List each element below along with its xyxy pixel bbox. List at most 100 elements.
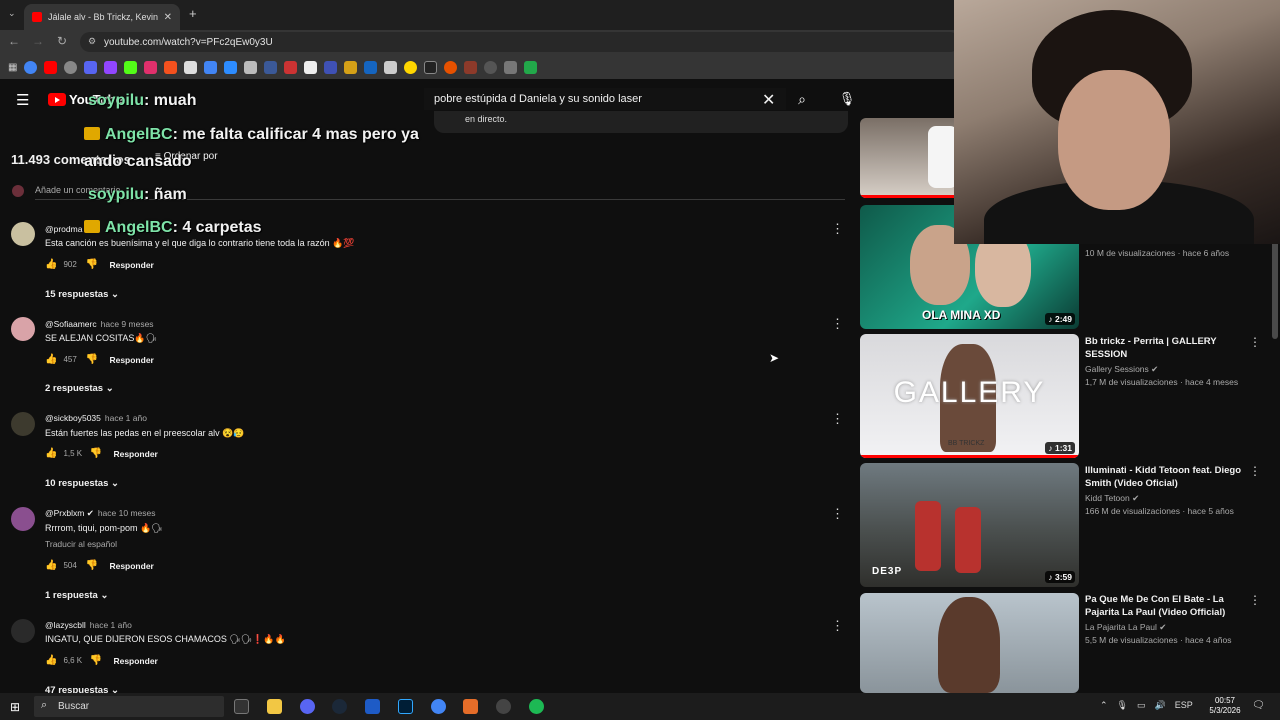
bookmark-icon[interactable] bbox=[504, 60, 518, 74]
bookmark-icon[interactable] bbox=[404, 60, 418, 74]
forward-icon[interactable]: → bbox=[30, 34, 46, 48]
dislike-icon[interactable]: 👎 bbox=[85, 560, 109, 571]
dislike-icon[interactable]: 👎 bbox=[89, 655, 113, 666]
bookmark-x-icon[interactable] bbox=[184, 60, 198, 74]
bookmark-instagram-icon[interactable] bbox=[144, 60, 158, 74]
video-title[interactable]: Bb trickz - Perrita | GALLERY SESSION bbox=[1085, 335, 1245, 361]
taskbar-app-icon[interactable] bbox=[463, 699, 478, 714]
network-icon[interactable]: ▭ bbox=[1137, 700, 1146, 711]
steam-icon[interactable] bbox=[332, 699, 347, 714]
search-button[interactable]: ⌕ bbox=[786, 88, 818, 110]
address-bar[interactable]: ⚙ youtube.com/watch?v=PFc2qEw0y3U bbox=[80, 32, 960, 52]
comment-author[interactable]: @sickboy5035 hace 1 año bbox=[45, 413, 147, 423]
video-title[interactable]: Illuminati - Kidd Tetoon feat. Diego Smi… bbox=[1085, 464, 1245, 490]
replies-toggle[interactable]: 1 respuesta ⌄ bbox=[45, 590, 108, 601]
reply-button[interactable]: Responder bbox=[109, 355, 153, 365]
spotify-icon[interactable] bbox=[529, 699, 544, 714]
reply-button[interactable]: Responder bbox=[109, 561, 153, 571]
like-icon[interactable]: 👍 bbox=[45, 560, 57, 571]
channel-name[interactable]: Kidd Tetoon ✔ bbox=[1085, 493, 1139, 504]
taskbar-search[interactable]: ⌕ Buscar bbox=[34, 696, 224, 717]
bookmark-sheets-icon[interactable] bbox=[524, 60, 538, 74]
bookmark-kick-icon[interactable] bbox=[124, 60, 138, 74]
bookmark-icon[interactable] bbox=[204, 60, 218, 74]
bookmark-youtube-icon[interactable] bbox=[44, 60, 58, 74]
video-thumbnail[interactable]: DE3P ♪ 3:59 bbox=[860, 463, 1079, 587]
replies-toggle[interactable]: 10 respuestas ⌄ bbox=[45, 478, 119, 489]
hamburger-menu-icon[interactable]: ☰ bbox=[16, 91, 29, 109]
bookmark-icon[interactable] bbox=[264, 60, 278, 74]
new-tab-button[interactable]: + bbox=[189, 6, 197, 21]
reload-icon[interactable]: ↻ bbox=[54, 34, 70, 48]
bookmark-icon[interactable] bbox=[484, 60, 498, 74]
bookmark-icon[interactable] bbox=[244, 60, 258, 74]
video-thumbnail[interactable] bbox=[860, 593, 1079, 693]
comment-author[interactable]: @prodma bbox=[45, 224, 82, 234]
bookmark-icon[interactable] bbox=[84, 60, 98, 74]
more-actions-icon[interactable]: ⋮ bbox=[831, 411, 844, 427]
bookmark-google-icon[interactable] bbox=[24, 60, 38, 74]
comment-author[interactable]: @Sofiaamerc hace 9 meses bbox=[45, 319, 154, 329]
obs-icon[interactable] bbox=[496, 699, 511, 714]
commenter-avatar[interactable] bbox=[11, 619, 35, 643]
language-indicator[interactable]: ESP bbox=[1175, 700, 1193, 711]
replies-toggle[interactable]: 2 respuestas ⌄ bbox=[45, 383, 114, 394]
bookmark-icon[interactable] bbox=[424, 60, 438, 74]
channel-name[interactable]: Gallery Sessions ✔ bbox=[1085, 364, 1158, 375]
bookmark-icon[interactable] bbox=[344, 60, 358, 74]
reply-button[interactable]: Responder bbox=[113, 656, 157, 666]
video-thumbnail[interactable]: GALLERY BB TRICKZ ♪ 1:31 bbox=[860, 334, 1079, 458]
dislike-icon[interactable]: 👎 bbox=[85, 259, 109, 270]
notifications-icon[interactable]: 🗨 bbox=[1252, 700, 1265, 711]
chevron-up-icon[interactable]: ⌃ bbox=[1100, 700, 1108, 711]
like-icon[interactable]: 👍 bbox=[45, 259, 57, 270]
reply-button[interactable]: Responder bbox=[109, 260, 153, 270]
chrome-icon[interactable] bbox=[431, 699, 446, 714]
windows-start-icon[interactable]: ⊞ bbox=[10, 700, 20, 714]
like-icon[interactable]: 👍 bbox=[45, 655, 57, 666]
reply-button[interactable]: Responder bbox=[113, 449, 157, 459]
taskbar-app-icon[interactable] bbox=[365, 699, 380, 714]
commenter-avatar[interactable] bbox=[11, 412, 35, 436]
more-actions-icon[interactable]: ⋮ bbox=[1249, 464, 1261, 478]
bookmark-icon[interactable] bbox=[64, 60, 78, 74]
bookmark-icon[interactable] bbox=[284, 60, 298, 74]
like-icon[interactable]: 👍 bbox=[45, 354, 57, 365]
more-actions-icon[interactable]: ⋮ bbox=[831, 506, 844, 522]
bookmark-icon[interactable] bbox=[164, 60, 178, 74]
replies-toggle[interactable]: 15 respuestas ⌄ bbox=[45, 289, 119, 300]
discord-icon[interactable] bbox=[300, 699, 315, 714]
like-icon[interactable]: 👍 bbox=[45, 448, 57, 459]
commenter-avatar[interactable] bbox=[11, 317, 35, 341]
back-icon[interactable]: ← bbox=[6, 34, 22, 48]
commenter-avatar[interactable] bbox=[11, 507, 35, 531]
speaker-icon[interactable]: 🔊 bbox=[1155, 700, 1166, 711]
bookmark-icon[interactable] bbox=[464, 60, 478, 74]
browser-tab[interactable]: Jálale alv - Bb Trickz, Kevin AMF ✕ bbox=[24, 4, 180, 30]
search-suggestion[interactable]: en directo. bbox=[434, 111, 848, 133]
site-info-icon[interactable]: ⚙ bbox=[88, 36, 96, 47]
file-explorer-icon[interactable] bbox=[267, 699, 282, 714]
microphone-icon[interactable]: 🎙 bbox=[1117, 700, 1128, 711]
voice-search-button[interactable]: 🎙 bbox=[836, 88, 858, 110]
bookmark-icon[interactable] bbox=[384, 60, 398, 74]
more-actions-icon[interactable]: ⋮ bbox=[1249, 593, 1261, 607]
commenter-avatar[interactable] bbox=[11, 222, 35, 246]
bookmark-icon[interactable] bbox=[444, 60, 458, 74]
photoshop-icon[interactable] bbox=[398, 699, 413, 714]
translate-link[interactable]: Traducir al español bbox=[45, 539, 117, 549]
more-actions-icon[interactable]: ⋮ bbox=[831, 618, 844, 634]
taskbar-clock[interactable]: 00:57 5/3/2026 bbox=[1206, 696, 1244, 716]
bookmark-twitch-icon[interactable] bbox=[104, 60, 118, 74]
taskbar-app-icon[interactable] bbox=[234, 699, 249, 714]
bookmark-icon[interactable] bbox=[324, 60, 338, 74]
more-actions-icon[interactable]: ⋮ bbox=[1249, 335, 1261, 349]
bookmark-icon[interactable] bbox=[224, 60, 238, 74]
apps-icon[interactable]: ▦ bbox=[8, 62, 17, 73]
search-input[interactable]: pobre estúpida d Daniela y su sonido las… bbox=[424, 88, 786, 110]
channel-name[interactable]: La Pajarita La Paul ✔ bbox=[1085, 622, 1166, 633]
dislike-icon[interactable]: 👎 bbox=[85, 354, 109, 365]
more-actions-icon[interactable]: ⋮ bbox=[831, 221, 844, 237]
bookmark-notion-icon[interactable] bbox=[304, 60, 318, 74]
dislike-icon[interactable]: 👎 bbox=[89, 448, 113, 459]
